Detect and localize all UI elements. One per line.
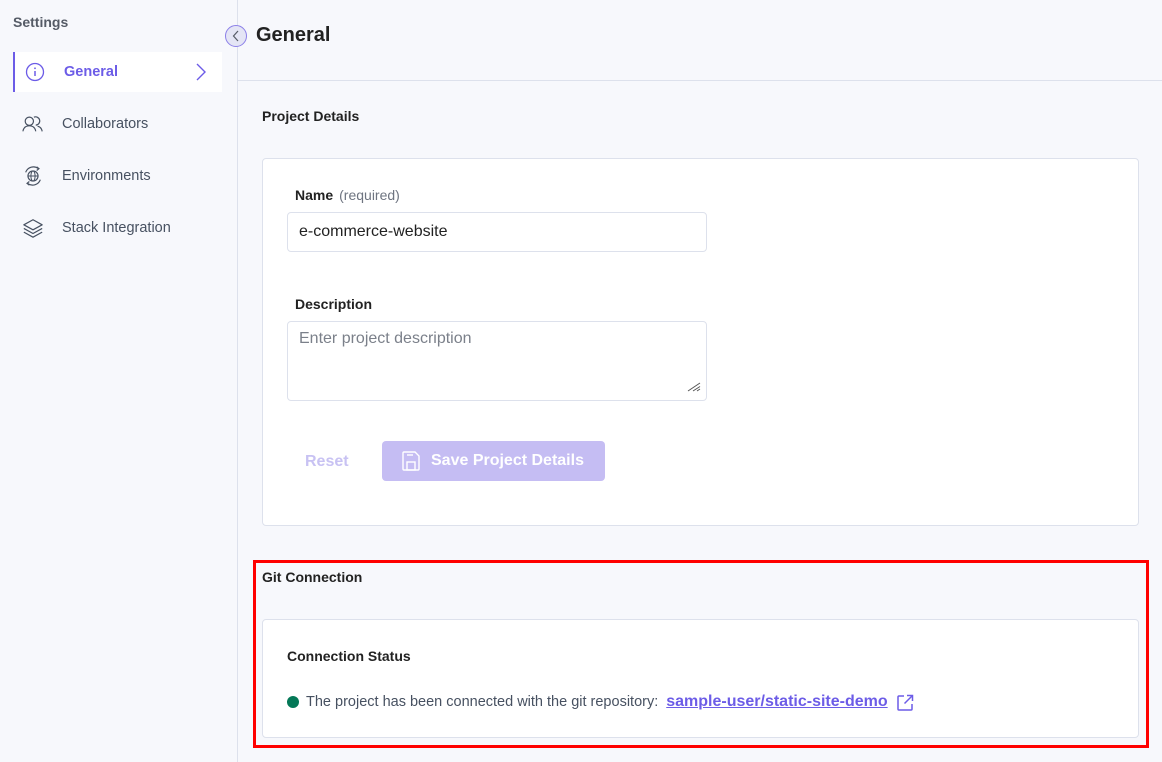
name-label-text: Name — [295, 187, 334, 203]
page-title: General — [256, 24, 331, 46]
sidebar-item-general[interactable]: General — [13, 52, 222, 92]
connection-status-title: Connection Status — [287, 648, 411, 664]
sidebar-item-label: General — [64, 64, 118, 80]
project-details-card: Name (required) Description Reset Save Pr… — [262, 158, 1139, 526]
info-icon — [24, 61, 46, 83]
project-name-input[interactable] — [287, 212, 707, 252]
name-label: Name (required) — [295, 187, 400, 203]
description-label: Description — [295, 296, 373, 312]
save-project-details-button[interactable]: Save Project Details — [382, 441, 605, 481]
reset-button[interactable]: Reset — [305, 453, 349, 471]
sidebar-item-label: Collaborators — [62, 116, 149, 132]
chevron-left-icon — [232, 30, 240, 42]
sidebar-item-environments[interactable]: Environments — [13, 156, 222, 196]
sidebar-item-stack-integration[interactable]: Stack Integration — [13, 208, 222, 248]
sidebar-title: Settings — [13, 14, 69, 30]
chevron-right-icon — [196, 63, 206, 85]
git-connection-heading: Git Connection — [262, 569, 363, 585]
header-divider — [238, 80, 1162, 81]
connection-status-card: Connection Status The project has been c… — [262, 619, 1139, 738]
project-details-heading: Project Details — [262, 108, 360, 124]
connection-status-text: The project has been connected with the … — [306, 694, 659, 710]
globe-sync-icon — [22, 165, 44, 187]
save-button-label: Save Project Details — [431, 452, 584, 469]
layers-icon — [22, 217, 44, 239]
sidebar-item-label: Environments — [62, 168, 151, 184]
resize-handle-icon[interactable] — [687, 382, 701, 392]
connection-status-row: The project has been connected with the … — [287, 693, 914, 711]
required-hint: (required) — [339, 187, 400, 203]
users-icon — [22, 113, 44, 135]
project-description-textarea[interactable] — [287, 321, 707, 401]
floppy-disk-icon — [402, 451, 420, 471]
external-link-icon[interactable] — [896, 694, 914, 711]
sidebar-item-label: Stack Integration — [62, 220, 171, 236]
settings-sidebar: Settings General Collaborators Environme… — [0, 0, 238, 762]
repository-link[interactable]: sample-user/static-site-demo — [666, 693, 887, 711]
collapse-sidebar-button[interactable] — [225, 25, 247, 47]
status-connected-dot-icon — [287, 696, 299, 708]
sidebar-item-collaborators[interactable]: Collaborators — [13, 104, 222, 144]
